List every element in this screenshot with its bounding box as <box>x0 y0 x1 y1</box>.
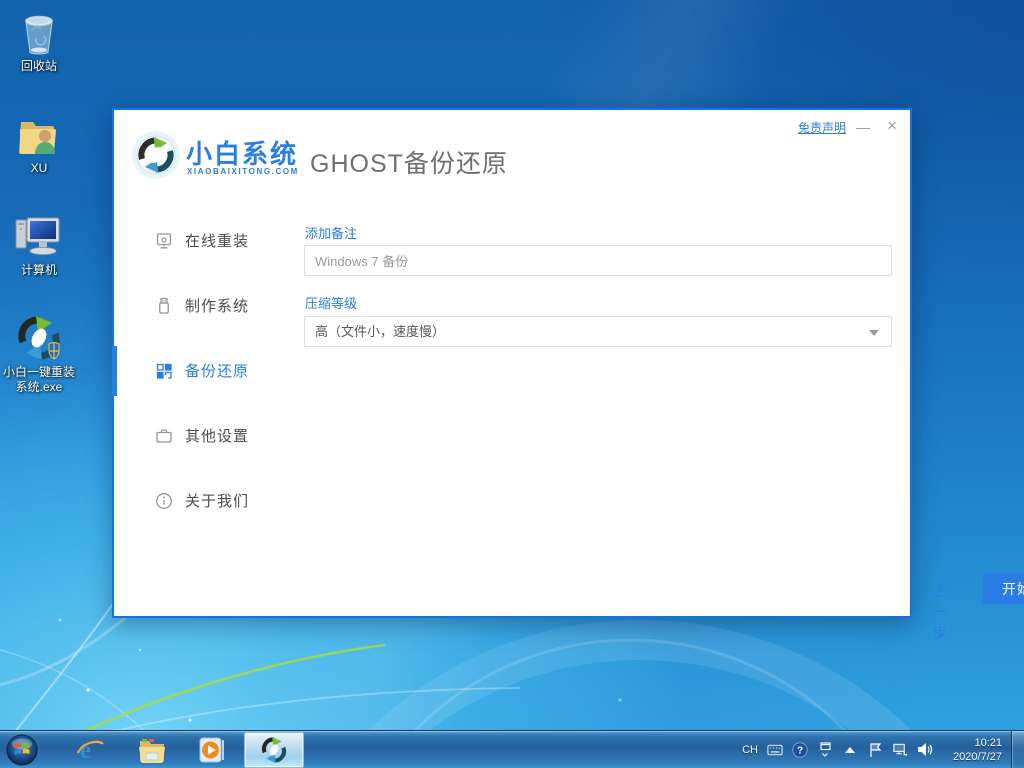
desktop-icon-xu-folder[interactable]: XU <box>3 112 75 176</box>
desktop-icon-label: 回收站 <box>20 59 57 73</box>
keyboard-icon[interactable] <box>767 742 783 758</box>
sidebar-item-about-us[interactable]: 关于我们 <box>114 468 304 533</box>
info-icon <box>154 491 174 511</box>
xiaobai-logo-icon <box>131 130 181 185</box>
sidebar-item-label: 其他设置 <box>185 428 250 445</box>
system-tray: CH ? 10:21 2020/7/27 <box>742 731 1002 768</box>
taskbar-clock[interactable]: 10:21 2020/7/27 <box>942 736 1002 764</box>
compression-level-select[interactable]: 高（文件小，速度慢） <box>304 316 892 347</box>
compression-level-value: 高（文件小，速度慢） <box>315 324 446 339</box>
backup-form: 添加备注 压缩等级 高（文件小，速度慢） 上一步 开始备份 <box>304 110 1024 642</box>
taskbar-explorer-icon[interactable] <box>138 736 166 764</box>
show-hidden-icons-chevron[interactable] <box>842 742 858 758</box>
taskbar-active-app-xiaobai[interactable] <box>244 732 304 768</box>
desktop-icon-label: XU <box>30 161 48 175</box>
sidebar-item-label: 关于我们 <box>185 493 250 510</box>
start-button[interactable] <box>6 734 38 766</box>
brand-name: 小白系统 <box>186 139 299 169</box>
volume-icon[interactable] <box>917 742 933 758</box>
xiaobai-ghost-window: 免责声明 — × 小白系统 XIAOBAIXITONG.COM GHOST备份还… <box>112 108 1024 642</box>
sidebar-item-other-settings[interactable]: 其他设置 <box>114 403 304 468</box>
action-center-flag-icon[interactable] <box>867 742 883 758</box>
desktop-icon-recycle-bin[interactable]: 回收站 <box>3 10 75 74</box>
grid-icon <box>154 361 174 381</box>
svg-text:?: ? <box>797 745 803 756</box>
svg-text:e: e <box>80 737 91 764</box>
note-input[interactable] <box>304 245 892 276</box>
chevron-down-icon <box>869 330 879 336</box>
start-backup-button[interactable]: 开始备份 <box>983 573 1024 604</box>
brand-domain: XIAOBAIXITONG.COM <box>187 167 299 176</box>
monitor-icon <box>154 231 174 251</box>
back-button[interactable]: 上一步 <box>932 580 948 643</box>
clock-date: 2020/7/27 <box>953 750 1002 763</box>
briefcase-icon <box>154 426 174 446</box>
recycle-bin-icon <box>3 10 75 56</box>
sidebar-item-label: 在线重装 <box>185 233 250 250</box>
network-icon[interactable] <box>892 742 908 758</box>
taskbar: e CH ? 10:21 2020/7/27 <box>0 730 1024 768</box>
show-desktop-button[interactable] <box>1011 731 1024 768</box>
compression-level-label: 压缩等级 <box>305 296 358 311</box>
sidebar-item-online-reinstall[interactable]: 在线重装 <box>114 208 304 273</box>
user-folder-icon <box>3 112 75 158</box>
help-icon[interactable]: ? <box>792 741 808 758</box>
desktop-icon-computer[interactable]: 计算机 <box>3 214 75 278</box>
clock-time: 10:21 <box>974 736 1002 749</box>
sidebar: 在线重装 制作系统 备份还原 其他设置 关于我们 <box>114 208 304 533</box>
desktop-icon-label: 计算机 <box>20 263 57 277</box>
restore-window-icon[interactable] <box>817 741 833 758</box>
desktop-icon-xiaobai-app[interactable]: 小白一键重装系统.exe <box>3 316 75 395</box>
taskbar-internet-explorer-icon[interactable]: e <box>76 736 104 764</box>
computer-icon <box>3 214 75 260</box>
sidebar-active-indicator <box>112 346 117 396</box>
desktop-icon-label: 小白一键重装系统.exe <box>3 365 76 394</box>
xiaobai-app-icon <box>3 316 75 362</box>
usb-icon <box>154 296 174 316</box>
sidebar-item-backup-restore[interactable]: 备份还原 <box>114 338 304 403</box>
note-label: 添加备注 <box>305 226 358 241</box>
sidebar-item-label: 制作系统 <box>185 298 250 315</box>
sidebar-item-label: 备份还原 <box>185 363 250 380</box>
sidebar-item-make-system[interactable]: 制作系统 <box>114 273 304 338</box>
language-indicator[interactable]: CH <box>742 744 758 756</box>
taskbar-media-player-icon[interactable] <box>198 736 226 764</box>
xiaobai-taskbar-icon <box>262 737 286 763</box>
